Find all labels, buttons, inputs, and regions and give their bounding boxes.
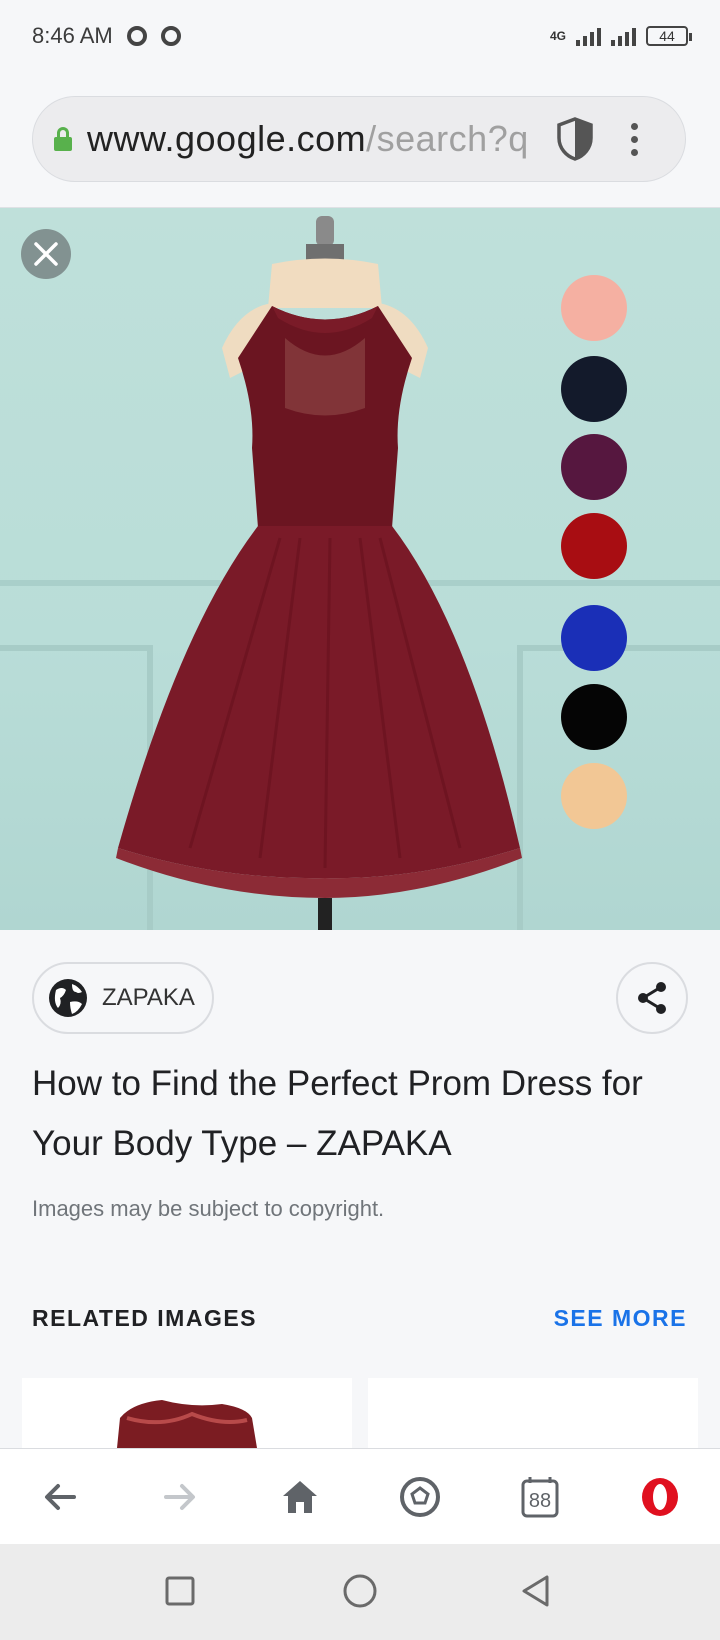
signal-icon: [611, 26, 636, 46]
related-image-card[interactable]: [368, 1378, 698, 1448]
network-type: 4G: [549, 29, 566, 43]
color-swatch: [561, 356, 627, 422]
status-time: 8:46 AM: [32, 23, 113, 48]
status-bar: 8:46 AM 4G 44: [0, 0, 720, 72]
back-button[interactable]: [20, 1449, 100, 1545]
related-image-card[interactable]: [22, 1378, 352, 1448]
opera-notification-icon: [126, 26, 147, 46]
lock-icon: [53, 127, 73, 151]
source-name: ZAPAKA: [102, 984, 195, 1011]
home-icon: [283, 1481, 317, 1513]
browser-bottom-bar: 88: [0, 1448, 720, 1544]
tabs-button[interactable]: 88: [500, 1449, 580, 1545]
page-title[interactable]: How to Find the Perfect Prom Dress for Y…: [32, 1054, 692, 1174]
color-swatch: [561, 684, 627, 750]
close-icon: [34, 242, 58, 266]
related-images-heading: RELATED IMAGES: [32, 1305, 258, 1331]
color-swatch: [561, 275, 627, 341]
opera-notification-icon: [160, 26, 181, 46]
forward-arrow-icon: [164, 1484, 195, 1510]
signal-icon: [576, 26, 601, 46]
color-swatch: [561, 434, 627, 500]
forward-button[interactable]: [140, 1449, 220, 1545]
address-bar[interactable]: www.google.com/search?q: [32, 96, 686, 182]
more-vert-icon[interactable]: [631, 122, 638, 156]
system-nav-icons: [165, 1574, 549, 1608]
share-button[interactable]: [616, 962, 688, 1034]
back-triangle-icon[interactable]: [522, 1575, 549, 1607]
speed-dial-button[interactable]: [380, 1449, 460, 1545]
home-circle-icon[interactable]: [343, 1574, 377, 1608]
status-indicators: 4G 44: [549, 26, 692, 46]
opera-menu-button[interactable]: [620, 1449, 700, 1545]
copyright-note: Images may be subject to copyright.: [32, 1196, 385, 1221]
color-swatch: [561, 605, 627, 671]
url-text[interactable]: www.google.com/search?q: [87, 118, 537, 160]
recents-icon[interactable]: [165, 1576, 195, 1606]
tab-count: 88: [528, 1489, 552, 1512]
globe-icon: [49, 979, 87, 1017]
speed-dial-icon: [400, 1477, 440, 1517]
url-path: /search?q: [366, 118, 529, 159]
url-host: www.google.com: [87, 118, 367, 159]
opera-icon: [642, 1478, 678, 1516]
color-swatch: [561, 763, 627, 829]
shield-icon[interactable]: [555, 116, 595, 162]
system-navigation-bar: [0, 1544, 720, 1640]
battery-icon: 44: [646, 26, 692, 46]
back-arrow-icon: [45, 1484, 76, 1510]
see-more-link[interactable]: SEE MORE: [554, 1305, 687, 1332]
close-button[interactable]: [21, 229, 71, 279]
browser-toolbar: www.google.com/search?q: [0, 72, 720, 208]
related-dress-thumbnail: [117, 1400, 257, 1448]
source-chip[interactable]: ZAPAKA: [32, 962, 214, 1034]
color-swatch: [561, 513, 627, 579]
share-icon: [638, 982, 666, 1014]
home-button[interactable]: [260, 1449, 340, 1545]
result-image[interactable]: [0, 208, 720, 930]
